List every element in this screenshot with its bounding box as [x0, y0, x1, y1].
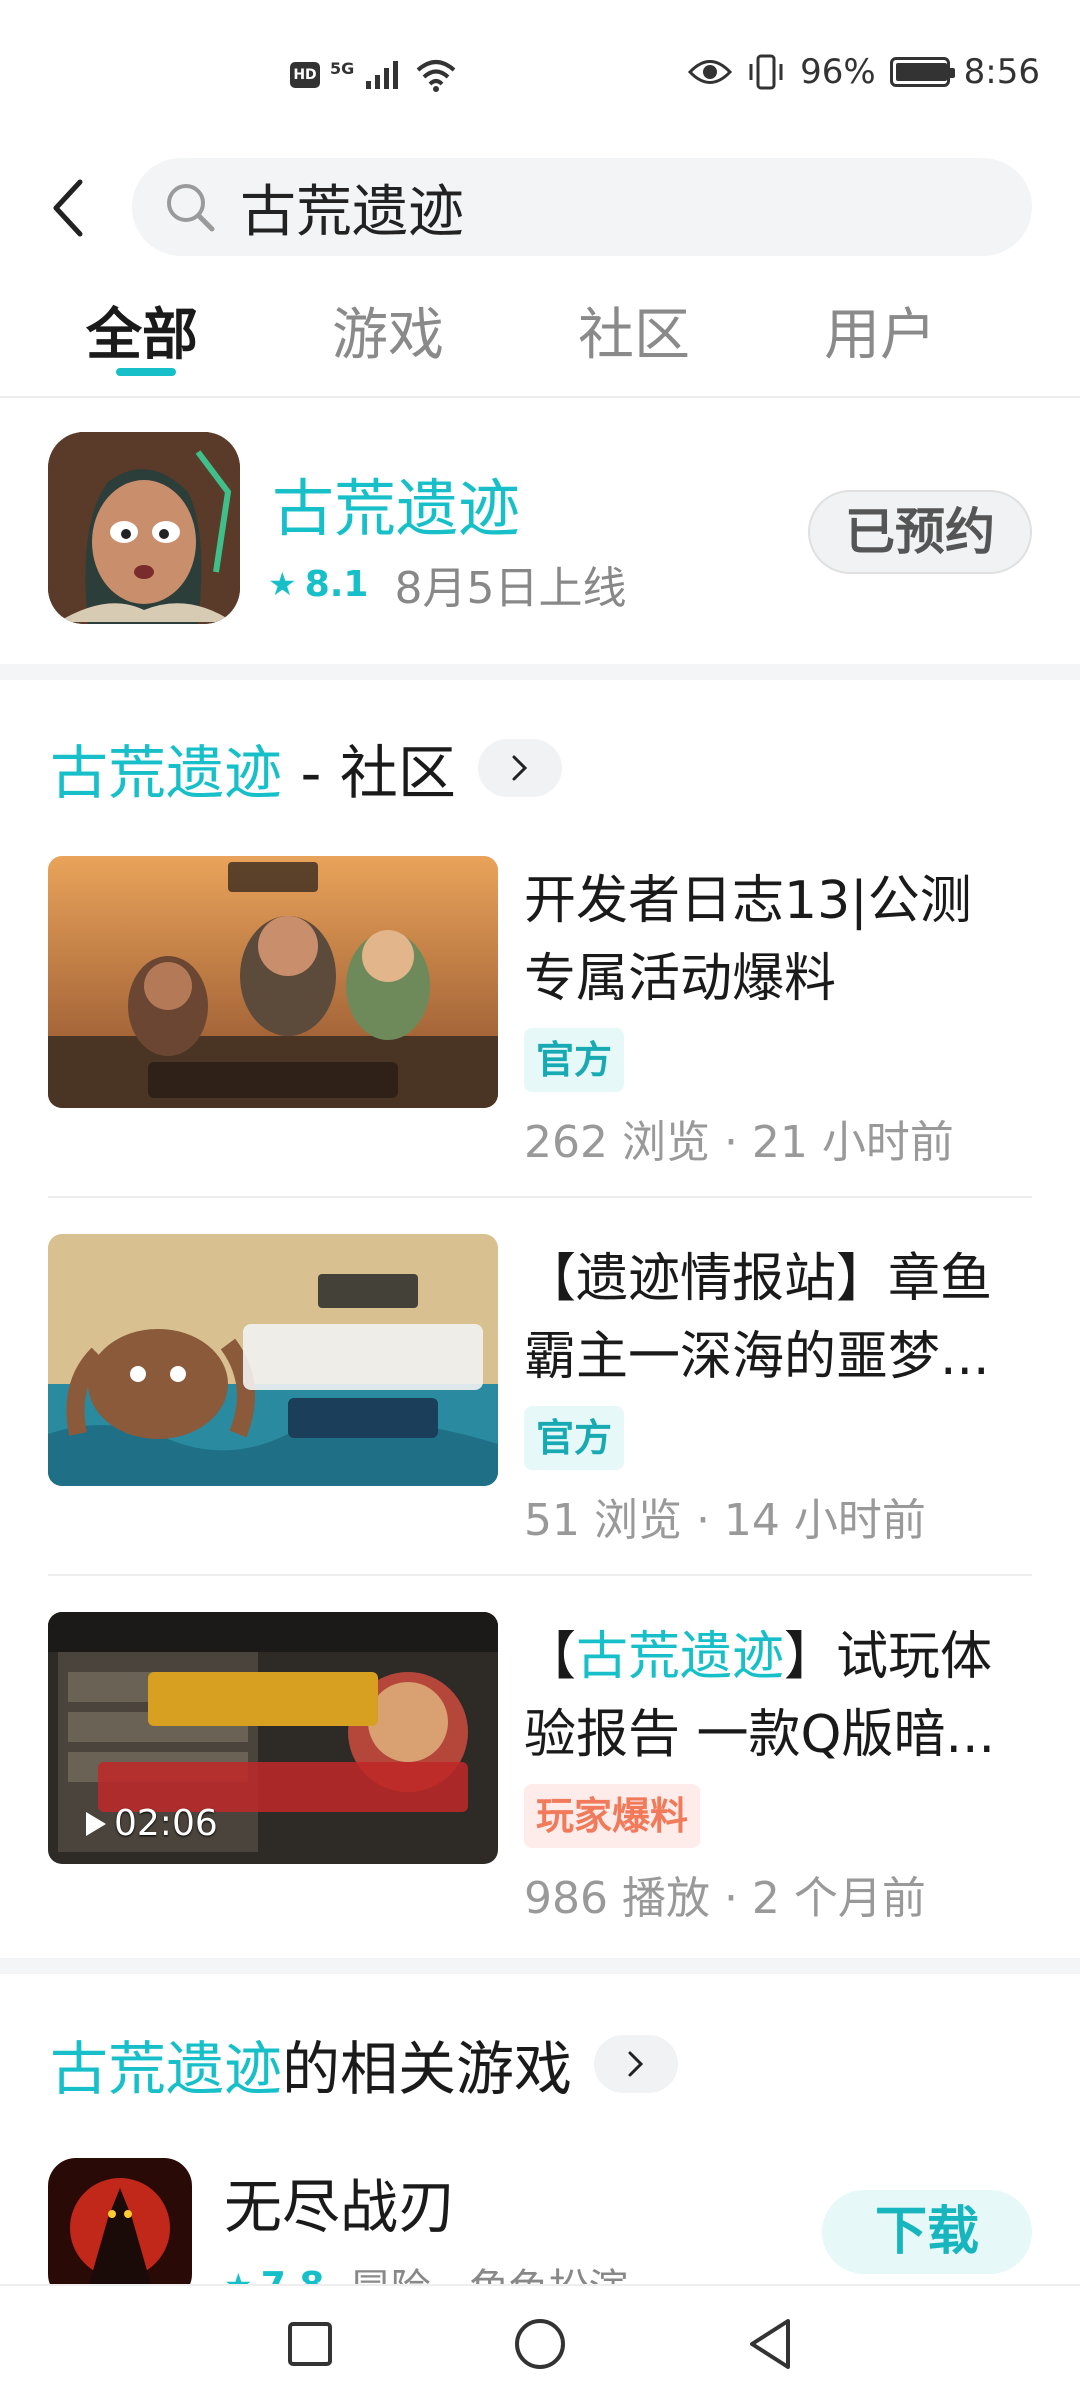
back-button[interactable]: [40, 168, 96, 248]
clock: 8:56: [963, 52, 1040, 92]
square-icon: [288, 2322, 332, 2366]
related-games-header[interactable]: 古荒遗迹 的相关游戏: [50, 2022, 679, 2106]
hd-badge: HD: [290, 62, 320, 88]
app-title[interactable]: 古荒遗迹: [272, 458, 520, 548]
play-icon: [86, 1811, 106, 1836]
wifi-icon: [416, 60, 456, 92]
player-tag: 玩家爆料: [524, 1784, 701, 1848]
system-nav-bar: [0, 2284, 1080, 2400]
tab-bar: 全部 游戏 社区 用户: [0, 290, 1080, 398]
duration-text: 02:06: [114, 1803, 218, 1844]
back-nav-button[interactable]: [738, 2312, 802, 2376]
post-title-line: 开发者日志13|公测: [524, 871, 972, 931]
section-separator: [0, 1958, 1080, 1974]
post-title-line: 霸主一深海的噩梦...: [524, 1327, 990, 1387]
download-button[interactable]: 下载: [822, 2190, 1032, 2274]
related-title-keyword: 古荒遗迹: [50, 2035, 283, 2103]
divider: [48, 1574, 1032, 1576]
network-type: 5G: [330, 58, 355, 78]
post-title-line: 【古荒遗迹】试玩体: [524, 1618, 1044, 1696]
post-title: 【遗迹情报站】章鱼 霸主一深海的噩梦...: [524, 1240, 1044, 1396]
triangle-back-icon: [750, 2319, 790, 2369]
signal-icon: [366, 61, 399, 89]
app-release-date: 8月5日上线: [394, 563, 627, 614]
search-query: 古荒遗迹: [240, 179, 464, 245]
post-title-line: 验报告 一款Q版暗...: [524, 1705, 996, 1765]
community-title-rest: - 社区: [282, 739, 456, 807]
community-title-keyword: 古荒遗迹: [50, 739, 283, 807]
battery-level: [895, 63, 948, 81]
chevron-right-icon: [512, 755, 527, 781]
app-rating: 8.1: [304, 563, 369, 605]
community-more-button[interactable]: [477, 739, 562, 797]
battery-icon: [889, 57, 955, 87]
chevron-left-icon: [53, 179, 83, 237]
app-meta: ★ 8.1 8月5日上线: [268, 552, 626, 616]
community-post[interactable]: 开发者日志13|公测 专属活动爆料 官方 262 浏览 · 21 小时前: [48, 856, 1032, 1168]
post-stats: 262 浏览 · 21 小时前: [524, 1117, 954, 1168]
circle-icon: [515, 2319, 565, 2369]
related-game-name[interactable]: 无尽战刃: [224, 2160, 456, 2244]
active-tab-indicator: [116, 368, 176, 376]
title-suffix: 】试玩体: [784, 1627, 993, 1687]
community-post[interactable]: 02:06 【古荒遗迹】试玩体 验报告 一款Q版暗... 玩家爆料 986 播放…: [48, 1612, 1032, 1924]
tab-users[interactable]: 用户: [824, 290, 936, 371]
official-tag: 官方: [524, 1028, 625, 1092]
post-thumbnail: [48, 856, 498, 1108]
video-thumbnail: 02:06: [48, 1612, 498, 1864]
tab-games[interactable]: 游戏: [332, 290, 444, 371]
post-stats: 51 浏览 · 14 小时前: [524, 1495, 926, 1546]
status-bar: HD 5G 96% 8:56: [0, 0, 1080, 150]
related-game-art: [48, 2158, 192, 2302]
title-keyword: 古荒遗迹: [576, 1627, 785, 1687]
eye-icon: [688, 60, 733, 84]
reserved-button[interactable]: 已预约: [808, 490, 1032, 574]
official-tag: 官方: [524, 1406, 625, 1470]
post-title: 开发者日志13|公测 专属活动爆料: [524, 862, 1044, 1018]
divider: [48, 1196, 1032, 1198]
community-section-header[interactable]: 古荒遗迹 - 社区: [50, 726, 562, 810]
tab-community[interactable]: 社区: [578, 290, 690, 371]
vibrate-icon: [749, 54, 783, 90]
divider: [0, 396, 1080, 398]
chevron-right-icon: [628, 2051, 644, 2077]
search-icon: [167, 184, 215, 232]
home-button[interactable]: [508, 2312, 572, 2376]
related-title-rest: 的相关游戏: [282, 2035, 573, 2103]
battery-percent: 96%: [800, 52, 876, 92]
post-title-line: 【遗迹情报站】章鱼: [524, 1249, 993, 1309]
post-thumbnail-art: [48, 1234, 498, 1486]
related-more-button[interactable]: [594, 2035, 679, 2093]
post-title: 【古荒遗迹】试玩体 验报告 一款Q版暗...: [524, 1618, 1044, 1774]
star-icon: ★: [268, 565, 297, 603]
status-right: 96% 8:56: [688, 52, 1040, 92]
related-game-icon[interactable]: [48, 2158, 192, 2302]
video-duration: 02:06: [84, 1803, 218, 1844]
post-thumbnail-art: [48, 856, 498, 1108]
section-separator: [0, 664, 1080, 680]
status-left: HD 5G: [290, 58, 458, 92]
app-icon-art: [48, 432, 240, 624]
tab-all[interactable]: 全部: [86, 290, 198, 371]
app-icon[interactable]: [48, 432, 240, 624]
post-stats: 986 播放 · 2 个月前: [524, 1873, 926, 1924]
recents-button[interactable]: [278, 2312, 342, 2376]
community-post[interactable]: 【遗迹情报站】章鱼 霸主一深海的噩梦... 官方 51 浏览 · 14 小时前: [48, 1234, 1032, 1546]
post-title-line: 专属活动爆料: [524, 949, 837, 1009]
search-input[interactable]: 古荒遗迹: [132, 158, 1032, 256]
post-thumbnail: [48, 1234, 498, 1486]
title-bracket: 【: [524, 1627, 577, 1687]
